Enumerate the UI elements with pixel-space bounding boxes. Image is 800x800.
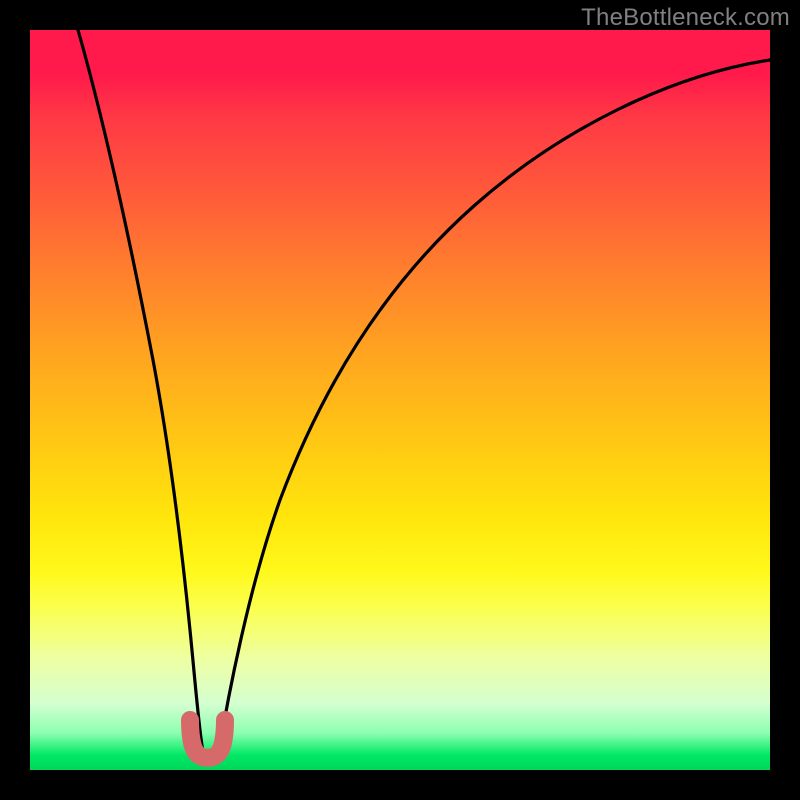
plot-area <box>30 30 770 770</box>
curve-layer <box>30 30 770 770</box>
notch-marker <box>190 720 225 758</box>
bottleneck-curve <box>78 30 770 752</box>
chart-frame: TheBottleneck.com <box>0 0 800 800</box>
watermark-text: TheBottleneck.com <box>581 4 790 32</box>
